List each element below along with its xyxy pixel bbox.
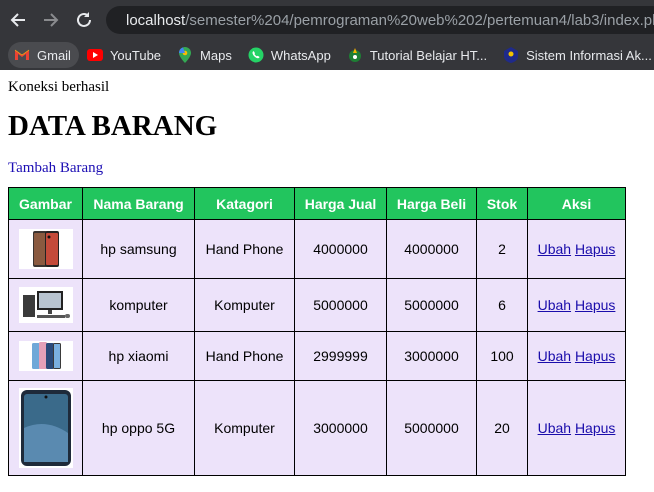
delete-link[interactable]: Hapus: [575, 348, 615, 364]
cell-stock: 6: [476, 278, 528, 332]
cell-name: komputer: [82, 278, 195, 332]
bookmark-maps[interactable]: Maps: [171, 42, 240, 68]
cell-sell-price: 4000000: [294, 219, 387, 279]
bookmark-label: WhatsApp: [270, 47, 331, 63]
table-header-row: Gambar Nama Barang Katagori Harga Jual H…: [8, 187, 626, 220]
cell-sell-price: 2999999: [294, 331, 387, 381]
cell-image: [8, 380, 83, 476]
page-content: Koneksi berhasil DATA BARANG Tambah Bara…: [0, 79, 654, 476]
cell-buy-price: 4000000: [386, 219, 477, 279]
cell-sell-price: 3000000: [294, 380, 387, 476]
bookmark-label: Maps: [200, 47, 232, 63]
column-header-stock: Stok: [476, 187, 528, 220]
cell-actions: Ubah Hapus: [527, 380, 626, 476]
cell-sell-price: 5000000: [294, 278, 387, 332]
table-row: komputer Komputer 5000000 5000000 6 Ubah…: [8, 278, 626, 332]
back-icon[interactable]: [6, 8, 30, 32]
cell-category: Komputer: [194, 278, 295, 332]
delete-link[interactable]: Hapus: [575, 297, 615, 313]
bookmark-tutorial[interactable]: Tutorial Belajar HT...: [341, 42, 495, 68]
cell-category: Komputer: [194, 380, 295, 476]
youtube-icon: [86, 47, 103, 63]
table-row: hp samsung Hand Phone 4000000 4000000 2 …: [8, 219, 626, 279]
maps-icon: [177, 47, 193, 63]
cell-stock: 100: [476, 331, 528, 381]
oppo-phone-image: [18, 388, 73, 468]
bookmark-youtube[interactable]: YouTube: [81, 42, 169, 68]
cell-stock: 2: [476, 219, 528, 279]
page-title: DATA BARANG: [8, 110, 218, 142]
cell-image: [8, 219, 83, 279]
bookmarks-bar: Gmail YouTube Maps WhatsApp Tutorial Bel…: [0, 40, 654, 70]
edit-link[interactable]: Ubah: [538, 420, 571, 436]
address-bar[interactable]: localhost/semester%204/pemrograman%20web…: [106, 6, 654, 34]
delete-link[interactable]: Hapus: [575, 420, 615, 436]
cell-image: [8, 278, 83, 332]
table-row: hp oppo 5G Komputer 3000000 5000000 20 U…: [8, 380, 626, 476]
bookmark-label: Tutorial Belajar HT...: [369, 47, 488, 63]
cell-image: [8, 331, 83, 381]
cell-actions: Ubah Hapus: [527, 331, 626, 381]
bookmark-gmail[interactable]: Gmail: [8, 42, 79, 68]
cell-actions: Ubah Hapus: [527, 278, 626, 332]
browser-chrome: localhost/semester%204/pemrograman%20web…: [0, 0, 654, 70]
column-header-name: Nama Barang: [82, 187, 195, 220]
xiaomi-phone-image: [18, 341, 73, 371]
cell-category: Hand Phone: [194, 331, 295, 381]
bookmark-sistem[interactable]: Sistem Informasi Ak...: [497, 42, 654, 68]
whatsapp-icon: [248, 47, 264, 63]
column-header-actions: Aksi: [527, 187, 626, 220]
bookmark-whatsapp[interactable]: WhatsApp: [242, 42, 339, 68]
delete-link[interactable]: Hapus: [575, 241, 615, 257]
column-header-image: Gambar: [8, 187, 83, 220]
gmail-icon: [14, 47, 30, 63]
forward-icon[interactable]: [39, 8, 63, 32]
column-header-buy-price: Harga Beli: [386, 187, 477, 220]
edit-link[interactable]: Ubah: [538, 241, 571, 257]
sistem-icon: [503, 47, 519, 63]
reload-icon[interactable]: [72, 8, 96, 32]
cell-name: hp oppo 5G: [82, 380, 195, 476]
url-host: localhost: [126, 11, 186, 29]
column-header-sell-price: Harga Jual: [294, 187, 387, 220]
edit-link[interactable]: Ubah: [538, 348, 571, 364]
computer-image: [18, 287, 73, 323]
cell-name: hp samsung: [82, 219, 195, 279]
connection-status: Koneksi berhasil: [8, 79, 110, 95]
cell-name: hp xiaomi: [82, 331, 195, 381]
table-row: hp xiaomi Hand Phone 2999999 3000000 100…: [8, 331, 626, 381]
url-text[interactable]: localhost/semester%204/pemrograman%20web…: [126, 12, 654, 29]
cell-buy-price: 5000000: [386, 278, 477, 332]
cell-buy-price: 5000000: [386, 380, 477, 476]
edit-link[interactable]: Ubah: [538, 297, 571, 313]
cell-stock: 20: [476, 380, 528, 476]
bookmark-label: Gmail: [37, 47, 71, 63]
bookmark-label: Sistem Informasi Ak...: [526, 47, 652, 63]
column-header-category: Katagori: [194, 187, 295, 220]
add-item-link[interactable]: Tambah Barang: [8, 160, 646, 177]
items-table: Gambar Nama Barang Katagori Harga Jual H…: [8, 187, 626, 476]
samsung-phone-image: [18, 229, 73, 269]
cell-actions: Ubah Hapus: [527, 219, 626, 279]
cell-category: Hand Phone: [194, 219, 295, 279]
cell-buy-price: 3000000: [386, 331, 477, 381]
tutorial-icon: [347, 47, 363, 63]
url-path: /semester%204/pemrograman%20web%202/pert…: [185, 11, 654, 29]
bookmark-label: YouTube: [109, 47, 162, 63]
